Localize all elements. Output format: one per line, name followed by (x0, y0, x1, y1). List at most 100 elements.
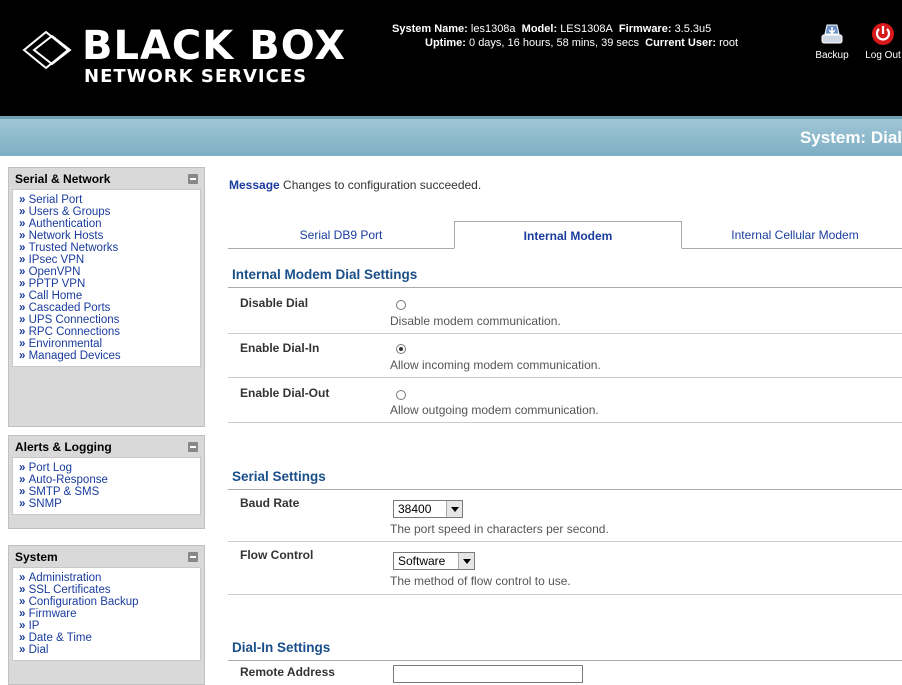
backup-icon (821, 24, 843, 44)
enable-dial-in-desc: Allow incoming modem communication. (390, 358, 601, 372)
nav-alerts-logging-header[interactable]: Alerts & Logging (12, 439, 201, 457)
page-title: System: Dial (799, 128, 902, 147)
disable-dial-label: Disable Dial (240, 296, 309, 310)
sidebar-item[interactable]: » Administration (19, 572, 200, 584)
sidebar-item-label: Network Hosts (28, 230, 104, 242)
sidebar-item[interactable]: » Serial Port (19, 194, 200, 206)
sidebar-item[interactable]: » SSL Certificates (19, 584, 200, 596)
sidebar-item-label: Firmware (28, 608, 77, 620)
link-arrow-icon: » (19, 350, 29, 362)
link-arrow-icon: » (19, 206, 29, 218)
remote-address-input[interactable] (393, 665, 583, 683)
nav-system-header[interactable]: System (12, 549, 201, 567)
link-arrow-icon: » (19, 242, 29, 254)
baud-rate-select[interactable]: 38400 (393, 500, 463, 518)
enable-dial-out-radio[interactable] (396, 390, 406, 400)
flow-control-desc: The method of flow control to use. (390, 574, 571, 588)
sidebar-item[interactable]: » Environmental (19, 338, 200, 350)
sidebar-item[interactable]: » Dial (19, 644, 200, 656)
sidebar-item-label: PPTP VPN (28, 278, 86, 290)
model-label: Model: (521, 23, 558, 35)
logo-subtext: NETWORK SERVICES (84, 66, 308, 87)
link-arrow-icon: » (19, 314, 29, 326)
sidebar-item[interactable]: » Port Log (19, 462, 200, 474)
section-heading-modem-dial: Internal Modem Dial Settings (232, 267, 418, 282)
enable-dial-in-radio[interactable] (396, 344, 406, 354)
message-text: Changes to configuration succeeded. (283, 178, 482, 192)
sidebar-item-label: Dial (28, 644, 49, 656)
link-arrow-icon: » (19, 218, 29, 230)
system-info: System Name: les1308a Model: LES1308A Fi… (392, 22, 738, 50)
link-arrow-icon: » (19, 644, 29, 656)
sidebar-item[interactable]: » Users & Groups (19, 206, 200, 218)
collapse-icon[interactable] (188, 174, 198, 184)
sidebar-item-label: OpenVPN (28, 266, 81, 278)
current-user-label: Current User: (645, 37, 717, 49)
sidebar-item[interactable]: » SNMP (19, 498, 200, 510)
chevron-down-icon[interactable] (458, 553, 474, 569)
tab-serial-db9-port[interactable]: Serial DB9 Port (228, 221, 454, 249)
sidebar-item-label: SSL Certificates (28, 584, 111, 596)
divider (228, 422, 902, 423)
sidebar-item[interactable]: » Trusted Networks (19, 242, 200, 254)
sidebar-item[interactable]: » SMTP & SMS (19, 486, 200, 498)
sidebar-item-label: IP (28, 620, 40, 632)
logout-button[interactable]: Log Out (860, 22, 902, 61)
link-arrow-icon: » (19, 230, 29, 242)
link-arrow-icon: » (19, 338, 29, 350)
sidebar-item[interactable]: » Date & Time (19, 632, 200, 644)
nav-serial-network: Serial & Network » Serial Port» Users & … (8, 167, 205, 427)
divider (228, 594, 902, 595)
link-arrow-icon: » (19, 326, 29, 338)
sidebar-item[interactable]: » Configuration Backup (19, 596, 200, 608)
sidebar-item[interactable]: » Firmware (19, 608, 200, 620)
uptime-value: 0 days, 16 hours, 58 mins, 39 secs (469, 37, 639, 49)
nav-serial-network-header[interactable]: Serial & Network (12, 171, 201, 189)
sidebar-item[interactable]: » Authentication (19, 218, 200, 230)
enable-dial-in-label: Enable Dial-In (240, 341, 320, 355)
nav-section-title: Serial & Network (15, 172, 111, 186)
uptime-label: Uptime: (425, 37, 466, 49)
sidebar-item-label: Trusted Networks (28, 242, 119, 254)
baud-rate-value: 38400 (398, 502, 432, 516)
sidebar-item[interactable]: » Call Home (19, 290, 200, 302)
flow-control-select[interactable]: Software (393, 552, 475, 570)
header: BLACK BOX NETWORK SERVICES System Name: … (0, 0, 902, 116)
sidebar-item[interactable]: » UPS Connections (19, 314, 200, 326)
sidebar-item[interactable]: » Network Hosts (19, 230, 200, 242)
link-arrow-icon: » (19, 290, 29, 302)
sidebar-item[interactable]: » RPC Connections (19, 326, 200, 338)
section-heading-serial: Serial Settings (232, 469, 326, 484)
sidebar-item[interactable]: » Auto-Response (19, 474, 200, 486)
sidebar-item[interactable]: » Cascaded Ports (19, 302, 200, 314)
system-name-label: System Name: (392, 23, 468, 35)
logo-text: BLACK BOX (82, 23, 347, 69)
sidebar-item-label: Environmental (28, 338, 103, 350)
black-box-logo[interactable]: BLACK BOX NETWORK SERVICES (22, 20, 345, 90)
page-title-banner: System: Dial (0, 116, 902, 156)
sidebar-item-label: Call Home (28, 290, 83, 302)
firmware-value: 3.5.3u5 (674, 23, 712, 35)
baud-rate-label: Baud Rate (240, 496, 300, 510)
chevron-down-icon[interactable] (446, 501, 462, 517)
sidebar-item-label: Auto-Response (28, 474, 108, 486)
collapse-icon[interactable] (188, 552, 198, 562)
link-arrow-icon: » (19, 620, 29, 632)
sidebar-item[interactable]: » OpenVPN (19, 266, 200, 278)
link-arrow-icon: » (19, 266, 29, 278)
disable-dial-radio[interactable] (396, 300, 406, 310)
tab-internal-modem[interactable]: Internal Modem (454, 221, 682, 249)
backup-button[interactable]: Backup (810, 22, 854, 61)
sidebar-item-label: Users & Groups (28, 206, 111, 218)
tab-internal-cellular-modem[interactable]: Internal Cellular Modem (682, 221, 902, 249)
divider (228, 541, 902, 542)
sidebar-item-label: Port Log (28, 462, 73, 474)
sidebar-item-label: Configuration Backup (28, 596, 139, 608)
sidebar-item[interactable]: » PPTP VPN (19, 278, 200, 290)
sidebar-item[interactable]: » IPsec VPN (19, 254, 200, 266)
collapse-icon[interactable] (188, 442, 198, 452)
sidebar-item[interactable]: » IP (19, 620, 200, 632)
backup-label: Backup (815, 50, 849, 61)
sidebar-item-label: UPS Connections (28, 314, 120, 326)
sidebar-item[interactable]: » Managed Devices (19, 350, 200, 362)
